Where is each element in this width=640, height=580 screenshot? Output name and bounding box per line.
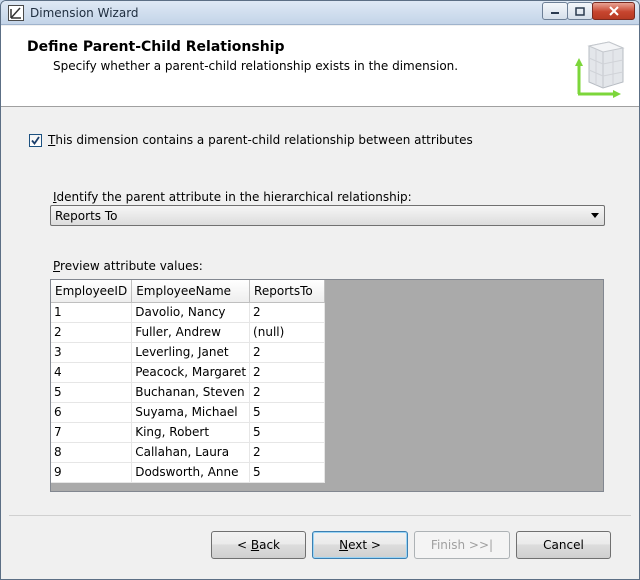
- maximize-icon: [575, 6, 585, 16]
- next-button[interactable]: Next >: [312, 531, 408, 559]
- column-header-reportsto[interactable]: ReportsTo: [249, 280, 326, 303]
- maximize-button[interactable]: [567, 2, 593, 20]
- table-row[interactable]: 4 Peacock, Margaret 2: [51, 362, 326, 383]
- minimize-icon: [551, 12, 559, 14]
- cell-employeeid: 1: [51, 302, 133, 323]
- cell-employeename: Leverling, Janet: [131, 342, 251, 363]
- dimension-cube-icon: [575, 41, 625, 98]
- wizard-icon: [8, 5, 24, 21]
- dimension-wizard-window: Dimension Wizard Define Parent-Child Rel…: [0, 0, 640, 580]
- cell-employeeid: 3: [51, 342, 133, 363]
- parent-child-checkbox[interactable]: [29, 134, 42, 147]
- cell-employeename: Suyama, Michael: [131, 402, 251, 423]
- cell-reportsto: 2: [249, 302, 326, 323]
- back-button-label: ack: [259, 538, 280, 552]
- minimize-button[interactable]: [542, 2, 568, 20]
- finish-button[interactable]: Finish >>|: [414, 531, 510, 559]
- cell-reportsto: 2: [249, 442, 326, 463]
- access-key-n: N: [339, 538, 349, 552]
- back-button[interactable]: < Back: [211, 531, 306, 559]
- wizard-header: Define Parent-Child Relationship Specify…: [1, 26, 639, 107]
- page-subtitle: Specify whether a parent-child relations…: [53, 59, 459, 73]
- table-row[interactable]: 7 King, Robert 5: [51, 422, 326, 443]
- cell-employeename: Davolio, Nancy: [131, 302, 251, 323]
- table-row[interactable]: 6 Suyama, Michael 5: [51, 402, 326, 423]
- next-button-label: ext >: [348, 538, 381, 552]
- cell-employeeid: 9: [51, 462, 133, 483]
- preview-label: Preview attribute values:: [53, 259, 203, 273]
- cell-employeename: Fuller, Andrew: [131, 322, 251, 343]
- preview-table: EmployeeID EmployeeName ReportsTo 1 Davol…: [51, 280, 326, 483]
- table-row[interactable]: 8 Callahan, Laura 2: [51, 442, 326, 463]
- header-row: EmployeeID EmployeeName ReportsTo: [51, 280, 326, 303]
- cell-employeename: Buchanan, Steven: [131, 382, 251, 403]
- parent-attribute-dropdown[interactable]: Reports To: [50, 205, 605, 226]
- checkmark-icon: [31, 136, 40, 145]
- column-header-employeename[interactable]: EmployeeName: [131, 280, 251, 303]
- close-icon: [608, 6, 619, 16]
- column-header-employeeid[interactable]: EmployeeID: [51, 280, 133, 303]
- dropdown-arrow-icon: [591, 213, 599, 218]
- parent-attribute-label-text: dentify the parent attribute in the hier…: [56, 190, 412, 204]
- preview-grid[interactable]: EmployeeID EmployeeName ReportsTo 1 Davol…: [50, 279, 604, 492]
- cell-reportsto: (null): [249, 322, 326, 343]
- cell-reportsto: 5: [249, 422, 326, 443]
- table-row[interactable]: 3 Leverling, Janet 2: [51, 342, 326, 363]
- table-row[interactable]: 1 Davolio, Nancy 2: [51, 302, 326, 323]
- cancel-button[interactable]: Cancel: [516, 531, 611, 559]
- table-row[interactable]: 2 Fuller, Andrew (null): [51, 322, 326, 343]
- access-key-p: P: [53, 259, 61, 273]
- parent-attribute-selected: Reports To: [55, 209, 118, 223]
- access-key-b: B: [250, 538, 260, 552]
- cell-employeename: Callahan, Laura: [131, 442, 251, 463]
- cell-employeename: King, Robert: [131, 422, 251, 443]
- close-button[interactable]: [592, 2, 635, 20]
- parent-child-checkbox-label[interactable]: This dimension contains a parent-child r…: [48, 133, 473, 147]
- table-row[interactable]: 5 Buchanan, Steven 2: [51, 382, 326, 403]
- cell-employeeid: 6: [51, 402, 133, 423]
- parent-attribute-label: Identify the parent attribute in the hie…: [53, 190, 412, 204]
- cell-employeeid: 5: [51, 382, 133, 403]
- cell-reportsto: 2: [249, 362, 326, 383]
- cell-employeeid: 4: [51, 362, 133, 383]
- back-button-prefix: <: [236, 538, 251, 552]
- title-bar[interactable]: Dimension Wizard: [1, 1, 639, 25]
- cell-reportsto: 5: [249, 462, 326, 483]
- preview-label-text: review attribute values:: [60, 259, 203, 273]
- table-row[interactable]: 9 Dodsworth, Anne 5: [51, 462, 326, 483]
- cell-employeename: Peacock, Margaret: [131, 362, 251, 383]
- cell-employeeid: 7: [51, 422, 133, 443]
- cell-employeeid: 8: [51, 442, 133, 463]
- cell-reportsto: 5: [249, 402, 326, 423]
- cell-employeeid: 2: [51, 322, 133, 343]
- cell-reportsto: 2: [249, 342, 326, 363]
- page-title: Define Parent-Child Relationship: [27, 39, 285, 55]
- cell-employeename: Dodsworth, Anne: [131, 462, 251, 483]
- checkbox-label-text: his dimension contains a parent-child re…: [55, 133, 473, 147]
- footer-divider: [9, 515, 631, 516]
- window-title: Dimension Wizard: [30, 6, 139, 20]
- cell-reportsto: 2: [249, 382, 326, 403]
